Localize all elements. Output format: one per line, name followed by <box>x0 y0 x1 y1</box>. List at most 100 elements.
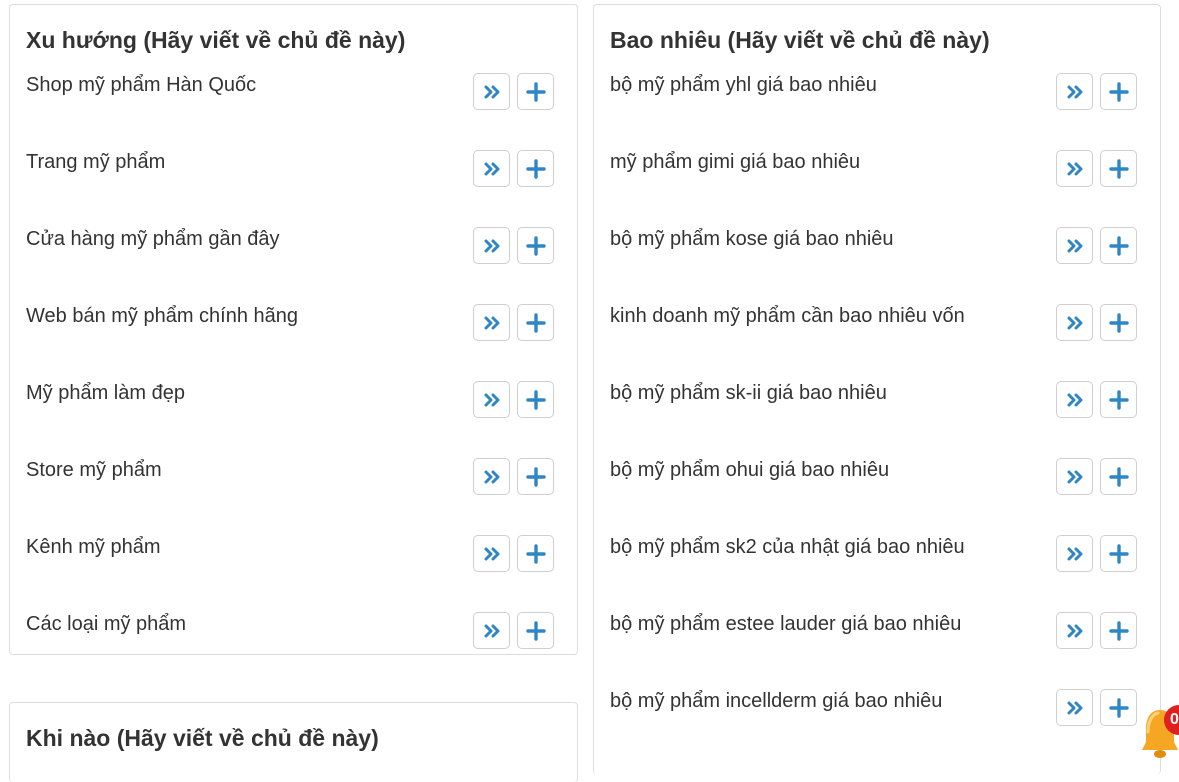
plus-icon <box>525 158 546 179</box>
expand-button[interactable] <box>473 73 510 110</box>
list-item: Cửa hàng mỹ phẩm gần đây <box>26 227 554 267</box>
add-button[interactable] <box>1100 73 1137 110</box>
row-actions <box>1056 689 1137 727</box>
double-chevron-right-icon <box>482 390 502 410</box>
double-chevron-right-icon <box>1065 159 1085 179</box>
row-actions <box>1056 227 1137 265</box>
add-button[interactable] <box>1100 612 1137 649</box>
add-button[interactable] <box>1100 304 1137 341</box>
card-title: Bao nhiêu (Hãy viết về chủ đề này) <box>610 27 990 53</box>
double-chevron-right-icon <box>482 313 502 333</box>
add-button[interactable] <box>517 458 554 495</box>
keyword-label: bộ mỹ phẩm kose giá bao nhiêu <box>610 228 894 250</box>
expand-button[interactable] <box>1056 73 1093 110</box>
expand-button[interactable] <box>473 381 510 418</box>
plus-icon <box>1108 158 1129 179</box>
expand-button[interactable] <box>1056 612 1093 649</box>
keyword-label: Cửa hàng mỹ phẩm gần đây <box>26 228 280 250</box>
list-item: Shop mỹ phẩm Hàn Quốc <box>26 73 554 113</box>
row-actions <box>473 73 554 111</box>
double-chevron-right-icon <box>482 621 502 641</box>
list-item: Web bán mỹ phẩm chính hãng <box>26 304 554 344</box>
plus-icon <box>525 312 546 333</box>
add-button[interactable] <box>517 150 554 187</box>
keyword-label: kinh doanh mỹ phẩm cần bao nhiêu vốn <box>610 305 965 327</box>
add-button[interactable] <box>1100 150 1137 187</box>
expand-button[interactable] <box>1056 689 1093 726</box>
card-title: Xu hướng (Hãy viết về chủ đề này) <box>26 27 406 53</box>
expand-button[interactable] <box>1056 150 1093 187</box>
list-item: Store mỹ phẩm <box>26 458 554 498</box>
list-item: kinh doanh mỹ phẩm cần bao nhiêu vốn <box>610 304 1137 344</box>
list-item: bộ mỹ phẩm yhl giá bao nhiêu <box>610 73 1137 113</box>
expand-button[interactable] <box>1056 535 1093 572</box>
row-actions <box>473 227 554 265</box>
add-button[interactable] <box>1100 458 1137 495</box>
list-item: bộ mỹ phẩm ohui giá bao nhiêu <box>610 458 1137 498</box>
add-button[interactable] <box>1100 381 1137 418</box>
list-item: Các loại mỹ phẩm <box>26 612 554 652</box>
row-actions <box>473 304 554 342</box>
expand-button[interactable] <box>473 458 510 495</box>
keyword-label: bộ mỹ phẩm sk2 của nhật giá bao nhiêu <box>610 536 965 558</box>
plus-icon <box>1108 466 1129 487</box>
add-button[interactable] <box>1100 689 1137 726</box>
keyword-label: bộ mỹ phẩm ohui giá bao nhiêu <box>610 459 890 481</box>
double-chevron-right-icon <box>1065 621 1085 641</box>
plus-icon <box>1108 620 1129 641</box>
add-button[interactable] <box>1100 535 1137 572</box>
expand-button[interactable] <box>473 612 510 649</box>
add-button[interactable] <box>517 535 554 572</box>
row-actions <box>1056 150 1137 188</box>
plus-icon <box>525 620 546 641</box>
list-item: bộ mỹ phẩm kose giá bao nhiêu <box>610 227 1137 267</box>
row-actions <box>1056 458 1137 496</box>
double-chevron-right-icon <box>1065 313 1085 333</box>
plus-icon <box>1108 543 1129 564</box>
row-actions <box>473 381 554 419</box>
row-actions <box>473 535 554 573</box>
add-button[interactable] <box>517 73 554 110</box>
plus-icon <box>525 543 546 564</box>
add-button[interactable] <box>517 227 554 264</box>
add-button[interactable] <box>517 612 554 649</box>
expand-button[interactable] <box>473 150 510 187</box>
row-actions <box>473 150 554 188</box>
list-item: Mỹ phẩm làm đẹp <box>26 381 554 421</box>
row-actions <box>473 458 554 496</box>
row-actions <box>473 612 554 650</box>
keyword-label: Kênh mỹ phẩm <box>26 536 161 558</box>
plus-icon <box>1108 312 1129 333</box>
expand-button[interactable] <box>473 535 510 572</box>
double-chevron-right-icon <box>1065 236 1085 256</box>
double-chevron-right-icon <box>1065 390 1085 410</box>
double-chevron-right-icon <box>1065 82 1085 102</box>
double-chevron-right-icon <box>1065 544 1085 564</box>
card-khi-nao: Khi nào (Hãy viết về chủ đề này) <box>9 702 578 782</box>
keyword-label: bộ mỹ phẩm incellderm giá bao nhiêu <box>610 690 943 712</box>
list-item: bộ mỹ phẩm estee lauder giá bao nhiêu <box>610 612 1137 652</box>
add-button[interactable] <box>517 381 554 418</box>
plus-icon <box>1108 81 1129 102</box>
list-item: mỹ phẩm gimi giá bao nhiêu <box>610 150 1137 190</box>
list-item: Trang mỹ phẩm <box>26 150 554 190</box>
double-chevron-right-icon <box>482 236 502 256</box>
expand-button[interactable] <box>473 227 510 264</box>
list-item: bộ mỹ phẩm incellderm giá bao nhiêu <box>610 689 1137 729</box>
plus-icon <box>1108 235 1129 256</box>
keyword-label: bộ mỹ phẩm yhl giá bao nhiêu <box>610 74 877 96</box>
expand-button[interactable] <box>473 304 510 341</box>
expand-button[interactable] <box>1056 458 1093 495</box>
add-button[interactable] <box>1100 227 1137 264</box>
expand-button[interactable] <box>1056 304 1093 341</box>
row-actions <box>1056 535 1137 573</box>
expand-button[interactable] <box>1056 381 1093 418</box>
double-chevron-right-icon <box>482 544 502 564</box>
keyword-label: Các loại mỹ phẩm <box>26 613 187 635</box>
add-button[interactable] <box>517 304 554 341</box>
double-chevron-right-icon <box>1065 698 1085 718</box>
double-chevron-right-icon <box>482 467 502 487</box>
plus-icon <box>1108 389 1129 410</box>
expand-button[interactable] <box>1056 227 1093 264</box>
keyword-label: Web bán mỹ phẩm chính hãng <box>26 305 299 327</box>
